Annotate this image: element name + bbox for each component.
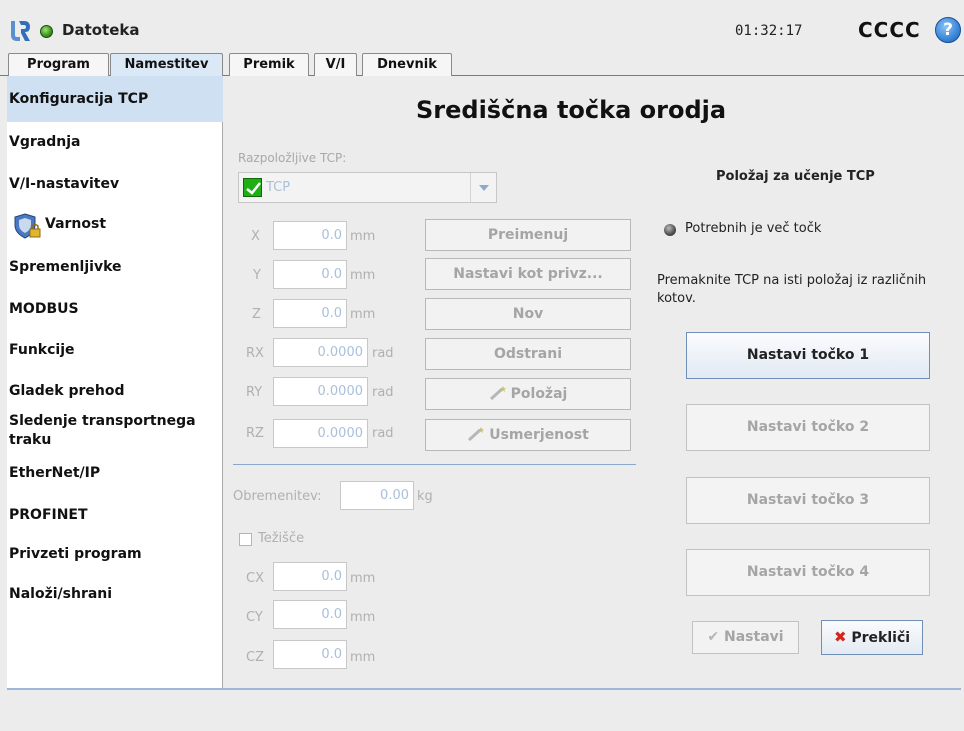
payload-field[interactable]: 0.00 [340,481,414,510]
bottom-divider [7,688,961,690]
cz-axis-label: CZ [246,650,264,665]
shield-lock-icon [14,213,41,239]
ur-logo-icon [9,20,31,42]
checkmark-icon [243,178,262,197]
tab-dnevnik[interactable]: Dnevnik [362,53,452,76]
y-unit: mm [350,268,376,283]
z-axis-label: Z [252,307,261,322]
payload-label: Obremenitev: [233,489,322,504]
tab-namestitev[interactable]: Namestitev [110,53,223,77]
ry-unit: rad [372,385,394,400]
sidebar-item-ethernet-ip[interactable]: EtherNet/IP [7,465,223,481]
cog-cx-field[interactable]: 0.0 [273,562,347,591]
cy-unit: mm [350,610,376,625]
chevron-down-icon [479,185,489,191]
position-button-label: Položaj [510,386,568,402]
main-tabs: Program Namestitev Premik V/I Dnevnik [0,50,964,77]
sidebar-item-tcp[interactable]: Konfiguracija TCP [7,76,223,122]
help-icon[interactable]: ? [935,17,961,43]
page-title: Središčna točka orodja [416,96,727,124]
sidebar-item-label: Varnost [45,216,107,232]
close-icon: ✖ [833,628,847,646]
tcp-rx-field[interactable]: 0.0000 [273,338,368,367]
cog-cy-field[interactable]: 0.0 [273,600,347,629]
sidebar-item-conveyor-tracking[interactable]: Sledenje transportnega traku [7,412,207,450]
set-button-label: Nastavi [724,629,784,645]
section-divider [233,464,636,465]
set-point-1-button[interactable]: Nastavi točko 1 [686,332,930,379]
new-button[interactable]: Nov [425,298,631,330]
cog-checkbox[interactable] [239,533,252,546]
cx-unit: mm [350,571,376,586]
teach-title: Položaj za učenje TCP [716,169,875,184]
teach-instruction: Premaknite TCP na isti položaj iz različ… [657,273,927,306]
tab-program[interactable]: Program [8,53,109,76]
tcp-y-field[interactable]: 0.0 [273,260,347,289]
cancel-button-label: Prekliči [851,630,911,646]
checkmark-icon: ✔ [707,629,720,645]
tcp-z-field[interactable]: 0.0 [273,299,347,328]
set-default-button[interactable]: Nastavi kot privz... [425,258,631,290]
orientation-wizard-button[interactable]: Usmerjenost [425,419,631,451]
tab-vi[interactable]: V/I [314,53,357,76]
sidebar-item-modbus[interactable]: MODBUS [7,301,223,317]
top-bar: Datoteka 01:32:17 CCCC ? [0,0,964,50]
sidebar: Konfiguracija TCP Vgradnja V/I-nastavite… [7,76,223,688]
cog-cz-field[interactable]: 0.0 [273,640,347,669]
remove-button[interactable]: Odstrani [425,338,631,370]
available-tcp-label: Razpoložljive TCP: [238,151,347,165]
robot-name: CCCC [858,18,921,42]
set-button[interactable]: ✔ Nastavi [692,621,799,654]
x-unit: mm [350,229,376,244]
cz-unit: mm [350,650,376,665]
position-wizard-button[interactable]: Položaj [425,378,631,410]
cancel-button[interactable]: ✖ Prekliči [821,620,923,655]
sidebar-item-features[interactable]: Funkcije [7,342,223,358]
sidebar-item-load-save[interactable]: Naloži/shrani [7,586,223,602]
sidebar-item-default-program[interactable]: Privzeti program [7,546,223,562]
cy-axis-label: CY [246,610,263,625]
rz-unit: rad [372,426,394,441]
set-point-4-button[interactable]: Nastavi točko 4 [686,549,930,596]
set-point-3-button[interactable]: Nastavi točko 3 [686,477,930,524]
rz-axis-label: RZ [246,426,264,441]
magic-wand-icon [468,427,485,441]
z-unit: mm [350,307,376,322]
cog-label: Težišče [258,531,305,546]
tab-premik[interactable]: Premik [229,53,309,76]
sidebar-item-profinet[interactable]: PROFINET [7,507,223,523]
status-indicator-icon [664,224,676,236]
teach-status: Potrebnih je več točk [685,221,822,236]
set-point-2-button[interactable]: Nastavi točko 2 [686,404,930,451]
tcp-rz-field[interactable]: 0.0000 [273,419,368,448]
ry-axis-label: RY [246,385,263,400]
y-axis-label: Y [253,268,261,283]
dropdown-button[interactable] [470,173,496,202]
payload-unit: kg [417,489,433,504]
sidebar-item-mounting[interactable]: Vgradnja [7,134,223,150]
clock: 01:32:17 [735,23,803,39]
sidebar-item-variables[interactable]: Spremenljivke [7,259,223,275]
sidebar-item-io-setup[interactable]: V/I-nastavitev [7,176,223,192]
file-menu[interactable]: Datoteka [62,21,140,39]
rename-button[interactable]: Preimenuj [425,219,631,251]
cx-axis-label: CX [246,571,264,586]
magic-wand-icon [489,386,506,400]
tcp-ry-field[interactable]: 0.0000 [273,377,368,406]
status-led-icon [40,25,53,38]
tcp-x-field[interactable]: 0.0 [273,221,347,250]
x-axis-label: X [251,229,260,244]
rx-axis-label: RX [246,346,264,361]
sidebar-item-safety[interactable]: Varnost [7,210,223,242]
tcp-select[interactable]: TCP [238,172,497,203]
orientation-button-label: Usmerjenost [489,427,589,443]
sidebar-item-smooth-transition[interactable]: Gladek prehod [7,383,223,399]
tcp-select-value: TCP [266,180,291,195]
rx-unit: rad [372,346,394,361]
